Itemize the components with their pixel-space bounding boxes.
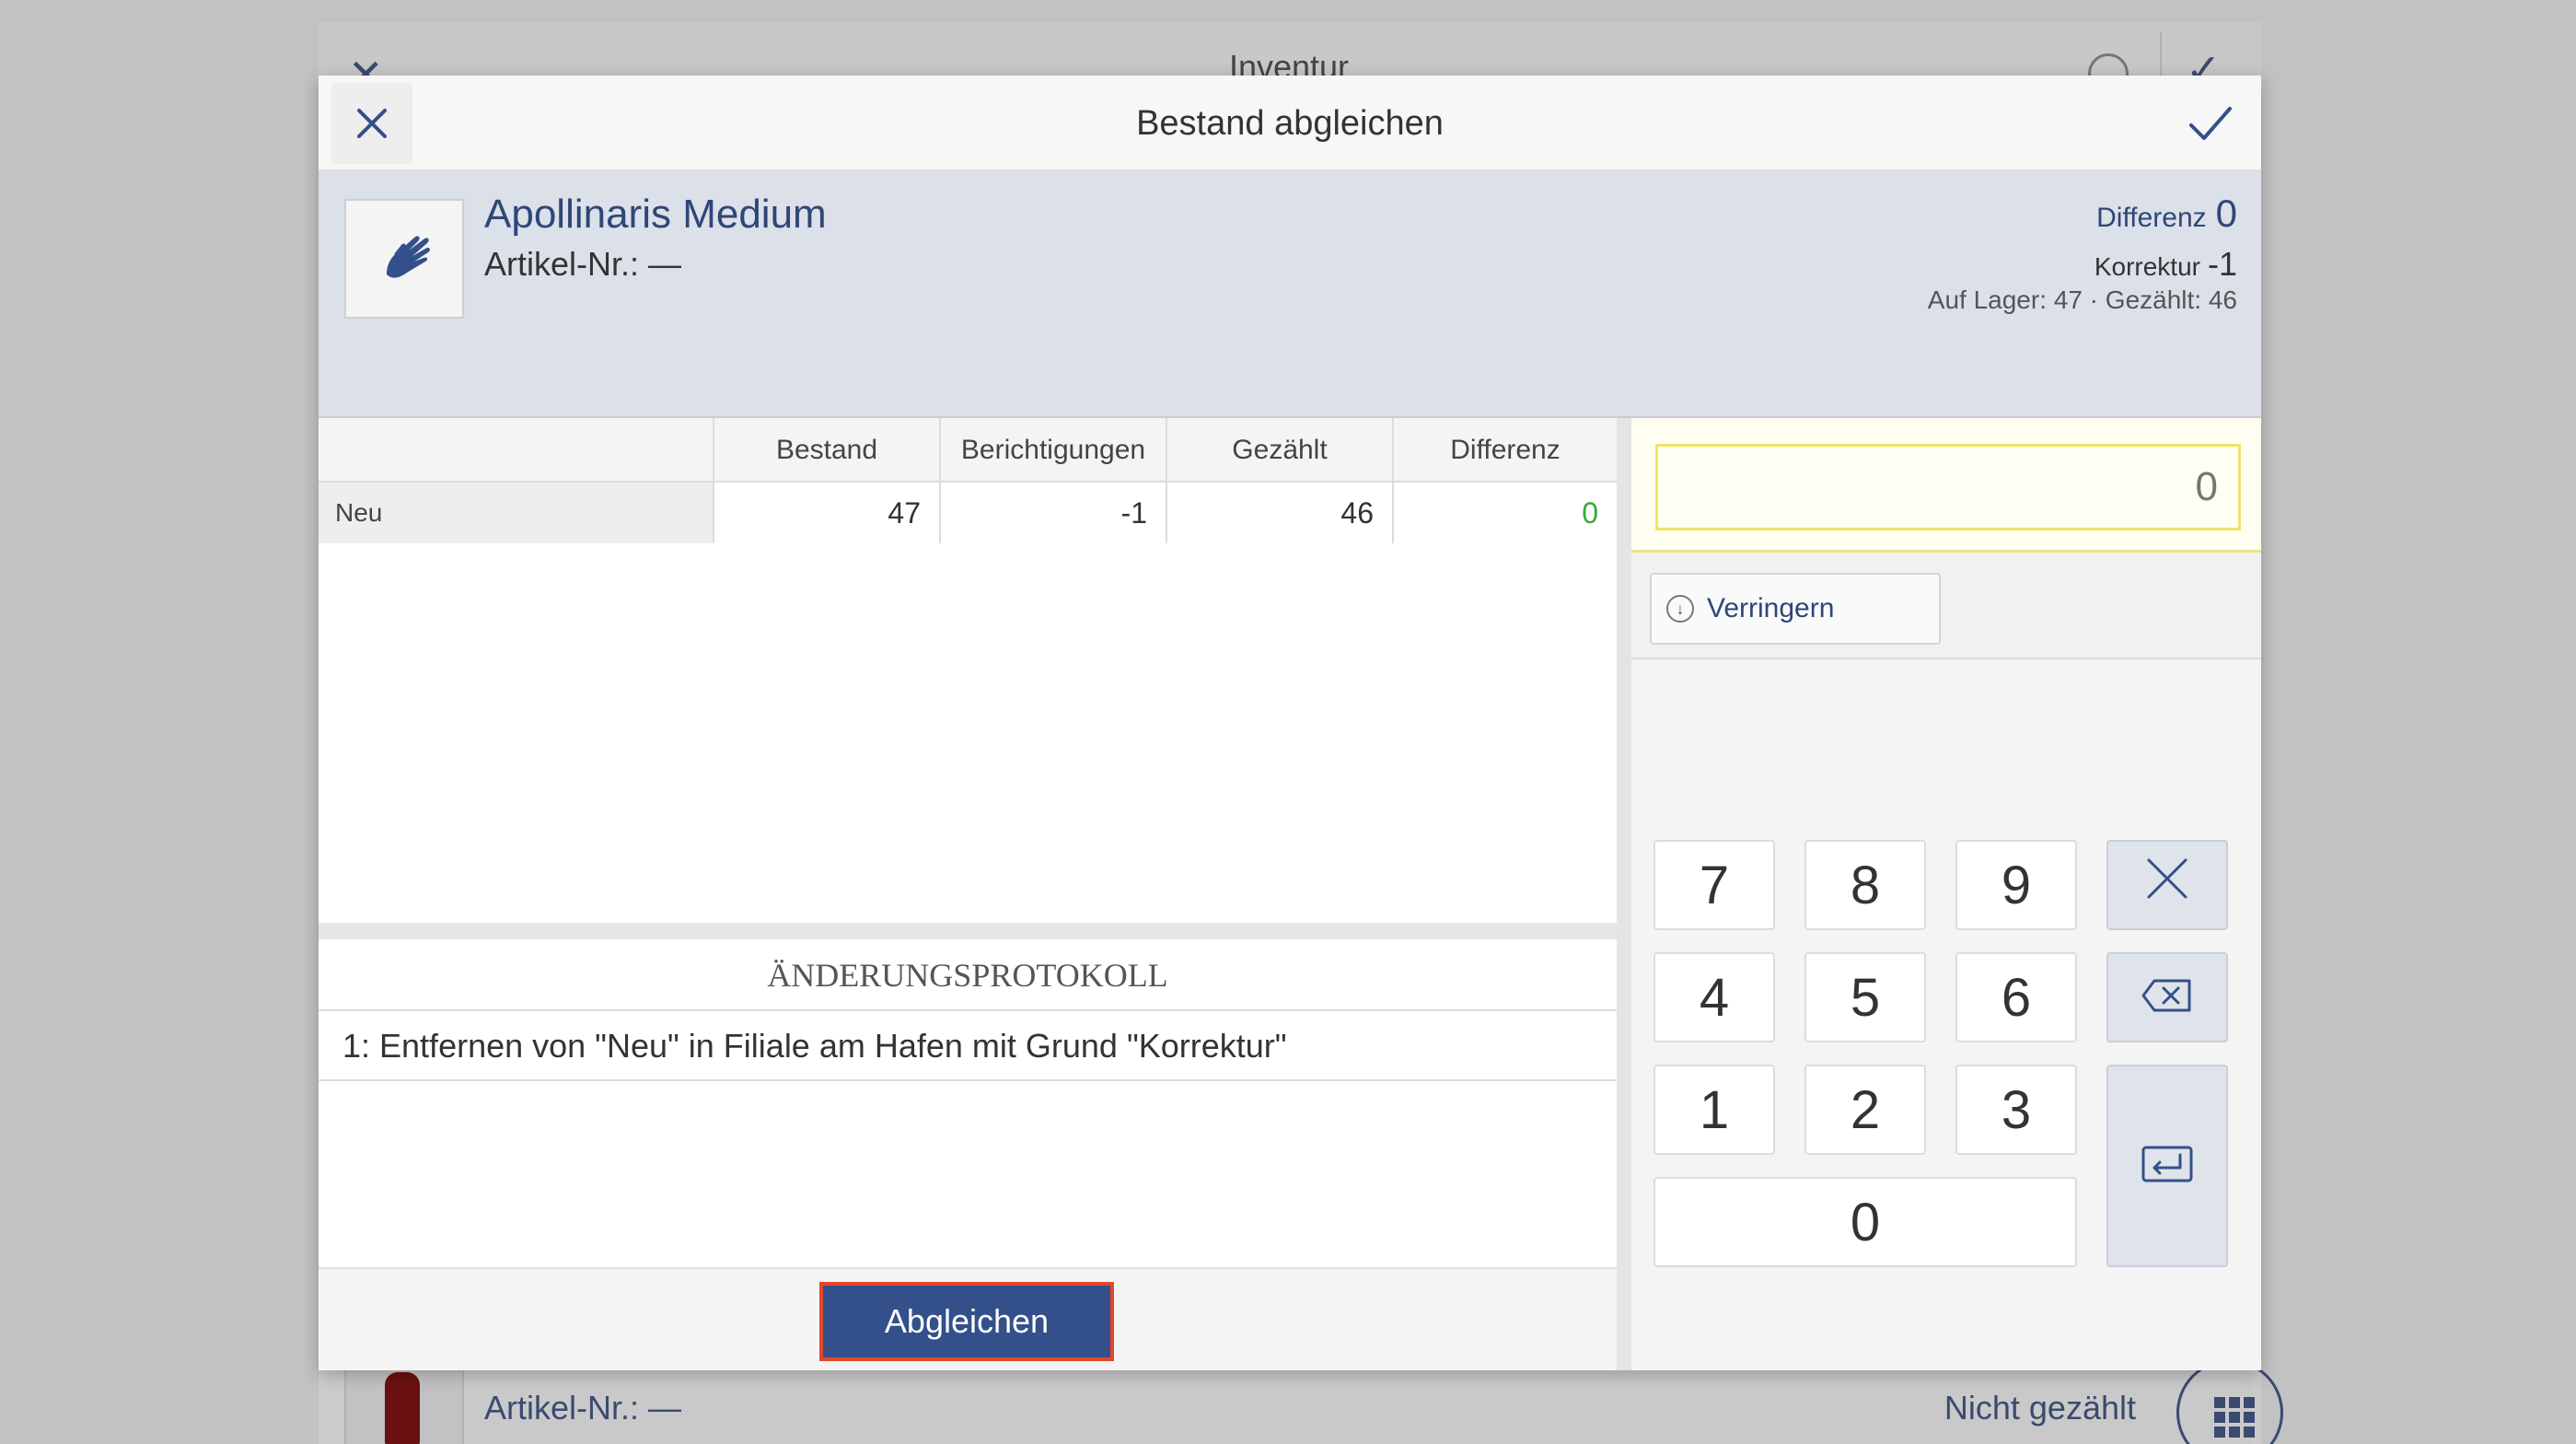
key-0[interactable]: 0: [1654, 1177, 2077, 1267]
correction-summary: Korrektur -1: [2094, 245, 2237, 284]
difference-summary: Differenz 0: [2096, 192, 2237, 236]
correction-value: -1: [2207, 245, 2237, 283]
column-header-gezaehlt: Gezählt: [1166, 418, 1392, 483]
decrease-button[interactable]: ↓ Verringern: [1650, 573, 1941, 645]
reconcile-dialog: Bestand abgleichen Apollinaris Medium Ar…: [319, 76, 2261, 1370]
enter-icon: [2141, 1146, 2193, 1182]
close-icon: [357, 109, 387, 138]
key-5[interactable]: 5: [1804, 952, 1926, 1042]
key-1[interactable]: 1: [1654, 1065, 1775, 1155]
table-header: Bestand Berichtigungen Gezählt Differenz: [319, 418, 1617, 483]
key-7[interactable]: 7: [1654, 840, 1775, 930]
backspace-button[interactable]: [2106, 952, 2228, 1042]
product-image: [344, 199, 464, 319]
difference-value: 0: [2215, 192, 2237, 235]
key-6[interactable]: 6: [1955, 952, 2077, 1042]
key-9[interactable]: 9: [1955, 840, 2077, 930]
dialog-title: Bestand abgleichen: [1136, 104, 1444, 143]
hand-icon: [387, 236, 430, 278]
product-info-panel: Apollinaris Medium Artikel-Nr.: — Differ…: [319, 171, 2261, 418]
bottle-icon: [385, 1372, 420, 1444]
close-button[interactable]: [331, 83, 412, 164]
product-article-number: Artikel-Nr.: —: [484, 245, 682, 283]
change-log-title: ÄNDERUNGSPROTOKOLL: [319, 939, 1617, 1011]
stock-table-pane: Bestand Berichtigungen Gezählt Differenz…: [319, 418, 1617, 1370]
change-log-entry: 1: Entfernen von "Neu" in Filiale am Haf…: [319, 1011, 1617, 1081]
quantity-input-area: [1631, 418, 2261, 553]
key-3[interactable]: 3: [1955, 1065, 2077, 1155]
clear-button[interactable]: [2106, 840, 2228, 930]
background-row-article: Artikel-Nr.: —: [484, 1389, 682, 1427]
table-row[interactable]: Neu 47 -1 46 0: [319, 483, 1617, 543]
mode-toolbar: ↓ Verringern: [1631, 553, 2261, 659]
row-label: Neu: [319, 483, 713, 543]
cell-gezaehlt: 46: [1166, 483, 1392, 543]
decrease-label: Verringern: [1707, 593, 1835, 623]
key-2[interactable]: 2: [1804, 1065, 1926, 1155]
backspace-icon: [2141, 979, 2191, 1011]
background-row-status: Nicht gezählt: [1944, 1389, 2136, 1427]
key-8[interactable]: 8: [1804, 840, 1926, 930]
column-header-berichtigungen: Berichtigungen: [939, 418, 1166, 483]
cell-berichtigungen: -1: [939, 483, 1166, 543]
reconcile-button[interactable]: Abgleichen: [819, 1282, 1114, 1361]
check-icon: [2189, 107, 2232, 140]
enter-button[interactable]: [2106, 1065, 2228, 1267]
stock-summary: Auf Lager: 47 · Gezählt: 46: [1927, 285, 2237, 314]
cell-bestand: 47: [713, 483, 939, 543]
key-4[interactable]: 4: [1654, 952, 1775, 1042]
column-header-bestand: Bestand: [713, 418, 939, 483]
number-entry-pane: ↓ Verringern 7 8 9 4 5 6 1 2 3: [1631, 418, 2261, 1370]
product-name: Apollinaris Medium: [484, 192, 827, 237]
arrow-down-circle-icon: ↓: [1666, 595, 1694, 623]
close-icon: [2147, 858, 2187, 899]
dialog-header: Bestand abgleichen: [319, 76, 2261, 171]
correction-label: Korrektur: [2094, 252, 2200, 281]
difference-label: Differenz: [2096, 203, 2207, 233]
action-footer: Abgleichen: [319, 1267, 1617, 1370]
confirm-button[interactable]: [2176, 90, 2243, 157]
section-divider: [319, 923, 1617, 939]
quantity-input[interactable]: [1655, 444, 2241, 530]
column-header-differenz: Differenz: [1392, 418, 1617, 483]
cell-differenz: 0: [1392, 483, 1617, 543]
pane-divider: [1617, 418, 1631, 1370]
